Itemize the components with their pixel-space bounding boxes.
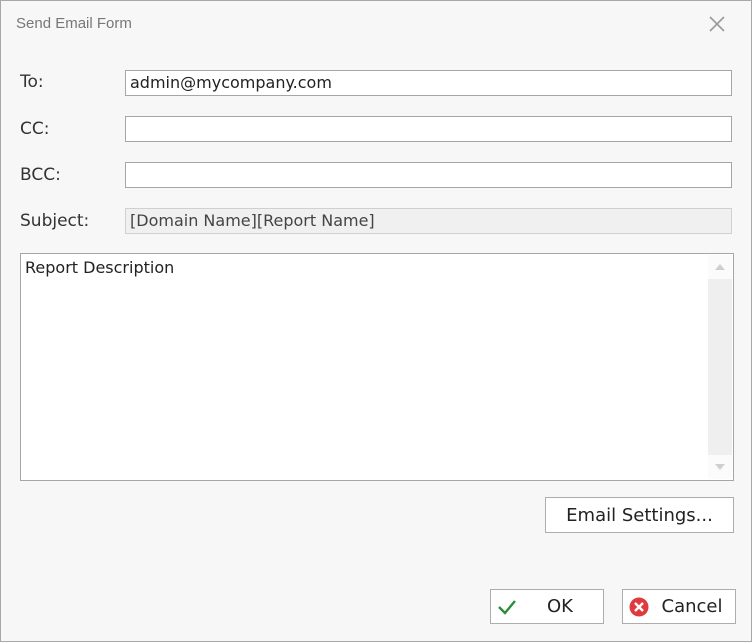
bcc-label: BCC: — [20, 165, 61, 185]
cancel-label: Cancel — [661, 596, 723, 617]
cancel-button[interactable]: Cancel — [622, 589, 736, 624]
to-label: To: — [20, 72, 44, 92]
send-email-dialog: Send Email Form To: admin@mycompany.com … — [0, 0, 752, 642]
email-settings-label: Email Settings... — [566, 504, 713, 526]
arrow-up-icon — [715, 264, 725, 270]
vertical-scrollbar[interactable] — [708, 255, 732, 479]
subject-input[interactable]: [Domain Name][Report Name] — [125, 208, 732, 234]
body-text: Report Description — [25, 258, 175, 277]
cc-input[interactable] — [125, 116, 732, 142]
ok-label: OK — [547, 596, 573, 617]
ok-button[interactable]: OK — [490, 589, 604, 624]
bcc-input[interactable] — [125, 162, 732, 188]
close-icon — [709, 16, 725, 32]
email-settings-button[interactable]: Email Settings... — [545, 497, 734, 533]
dialog-title: Send Email Form — [16, 15, 132, 32]
subject-label: Subject: — [20, 211, 90, 231]
scroll-up-button[interactable] — [708, 255, 732, 279]
to-input[interactable]: admin@mycompany.com — [125, 70, 732, 96]
close-button[interactable] — [707, 14, 727, 34]
scroll-down-button[interactable] — [708, 455, 732, 479]
arrow-down-icon — [715, 464, 725, 470]
cc-label: CC: — [20, 119, 50, 139]
body-textarea[interactable]: Report Description — [20, 253, 734, 481]
